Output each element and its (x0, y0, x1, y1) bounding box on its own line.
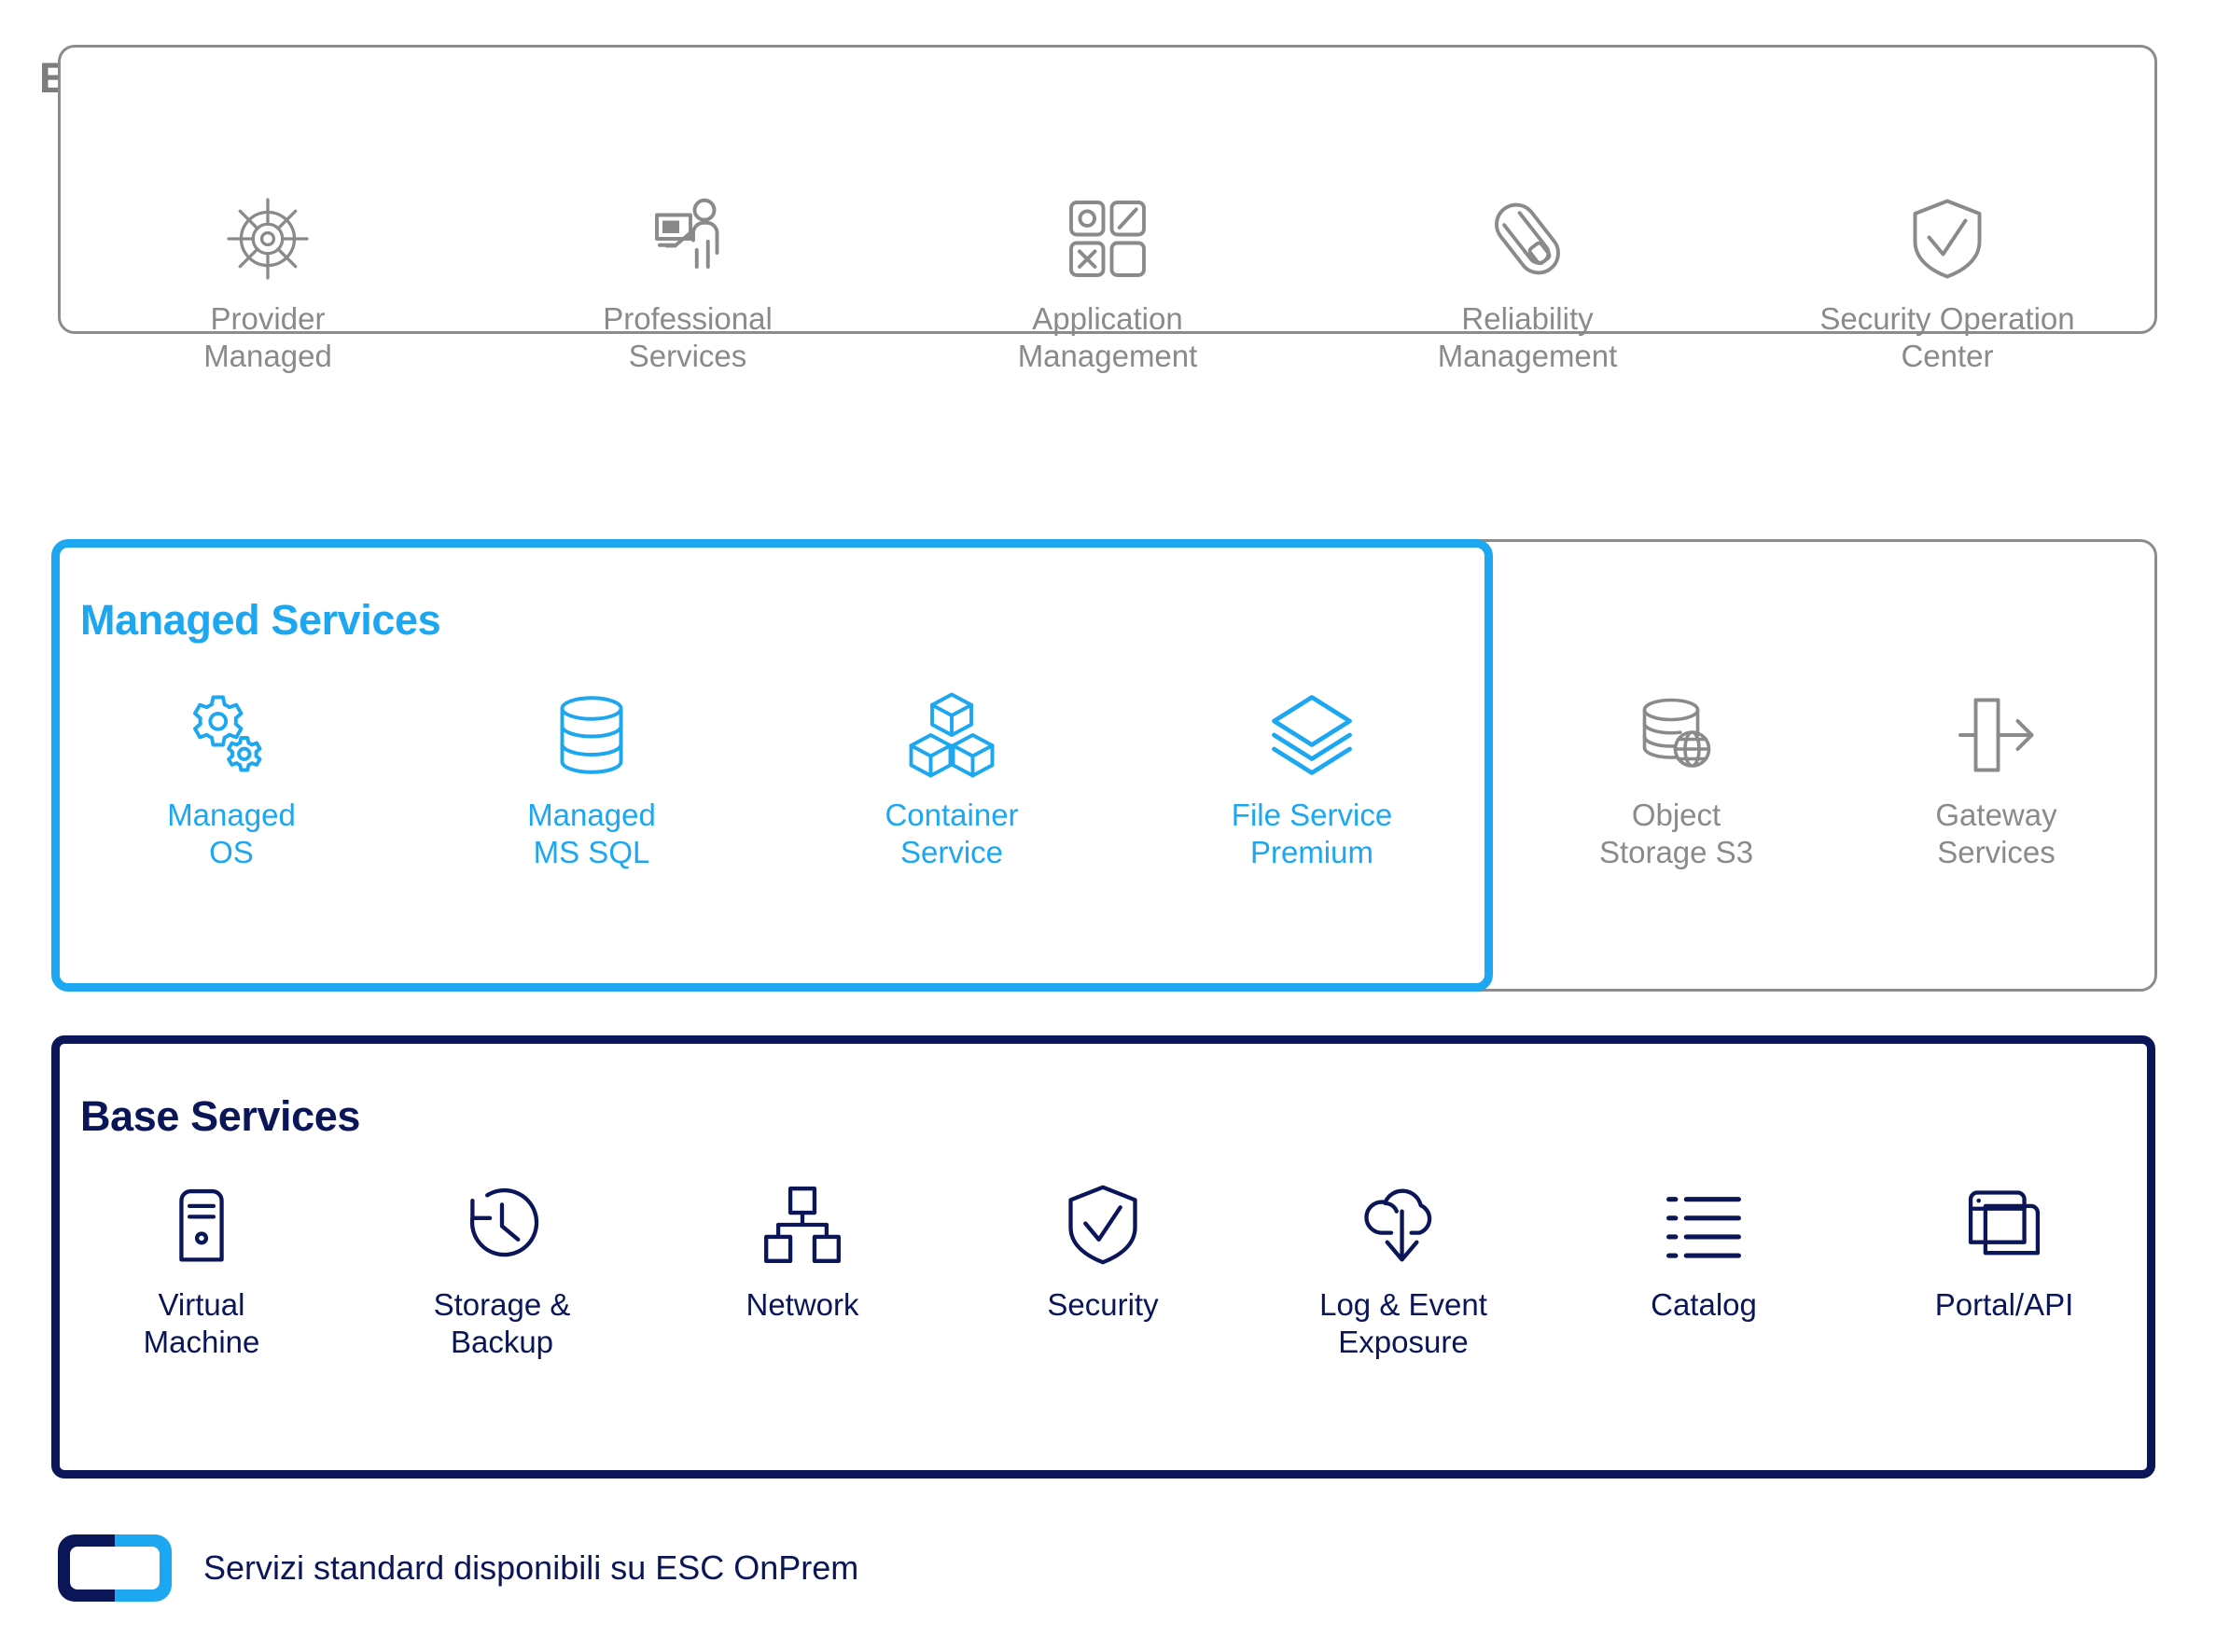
layers-icon (1267, 690, 1357, 780)
network-tree-icon (760, 1180, 845, 1270)
item-virtual-machine[interactable]: Virtual Machine (51, 1180, 352, 1362)
item-label: Catalog (1651, 1287, 1757, 1322)
item-managed-os[interactable]: Managed OS (51, 690, 411, 872)
item-network[interactable]: Network (652, 1180, 953, 1324)
cloud-download-icon (1360, 1180, 1446, 1270)
item-label: Gateway Services (1935, 798, 2057, 870)
item-label: Reliability Management (1437, 301, 1618, 374)
item-label: Portal/API (1934, 1287, 2074, 1322)
item-label: Object Storage S3 (1598, 798, 1754, 870)
item-catalog[interactable]: Catalog (1554, 1180, 1854, 1324)
shield-check-icon (1060, 1180, 1146, 1270)
storage-services-items: Object Storage S3 Gateway Services (1516, 690, 2157, 872)
item-managed-ms-sql[interactable]: Managed MS SQL (411, 690, 772, 872)
item-label: File Service Premium (1231, 798, 1393, 870)
item-label: Security Operation Center (1819, 301, 2075, 374)
item-label: Log & Event Exposure (1319, 1287, 1487, 1360)
service-portfolio-diagram: Extended Services Provider Mana (0, 0, 2216, 1652)
legend-label: Servizi standard disponibili su ESC OnPr… (203, 1548, 859, 1587)
legend-swatch-inner (70, 1547, 160, 1590)
item-label: Container Service (885, 798, 1019, 870)
item-label: Provider Managed (203, 301, 332, 374)
base-services-title: Base Services (80, 1092, 361, 1140)
managed-services-items: Managed OS Managed MS SQL Container Serv… (51, 690, 1493, 872)
item-provider-managed[interactable]: Provider Managed (58, 194, 478, 376)
legend-swatch-icon (58, 1534, 172, 1602)
presenter-person-icon (643, 194, 732, 284)
database-globe-icon (1632, 690, 1721, 780)
item-storage-backup[interactable]: Storage & Backup (352, 1180, 652, 1362)
clock-restore-icon (459, 1180, 545, 1270)
item-label: Managed MS SQL (527, 798, 656, 870)
item-professional-services[interactable]: Professional Services (478, 194, 898, 376)
item-security-operation-center[interactable]: Security Operation Center (1737, 194, 2157, 376)
item-security[interactable]: Security (953, 1180, 1253, 1324)
cubes-icon (907, 690, 997, 780)
item-container-service[interactable]: Container Service (772, 690, 1132, 872)
extended-services-items: Provider Managed Professional Services A… (58, 194, 2157, 376)
item-portal-api[interactable]: Portal/API (1854, 1180, 2154, 1324)
gateway-arrow-icon (1952, 690, 2042, 780)
carabiner-icon (1483, 194, 1572, 284)
list-icon (1661, 1180, 1747, 1270)
legend: Servizi standard disponibili su ESC OnPr… (58, 1534, 858, 1602)
item-object-storage-s3[interactable]: Object Storage S3 (1516, 690, 1836, 872)
item-application-management[interactable]: Application Management (898, 194, 1317, 376)
item-label: Security (1047, 1287, 1159, 1322)
gears-icon (187, 690, 276, 780)
item-gateway-services[interactable]: Gateway Services (1836, 690, 2156, 872)
item-file-service-premium[interactable]: File Service Premium (1132, 690, 1492, 872)
four-tiles-icon (1063, 194, 1152, 284)
item-label: Storage & Backup (433, 1287, 571, 1360)
item-label: Network (746, 1287, 859, 1322)
item-label: Professional Services (603, 301, 773, 374)
server-tower-icon (159, 1180, 244, 1270)
database-icon (547, 690, 636, 780)
item-log-event-exposure[interactable]: Log & Event Exposure (1253, 1180, 1554, 1362)
item-reliability-management[interactable]: Reliability Management (1317, 194, 1737, 376)
windows-icon (1961, 1180, 2047, 1270)
ship-wheel-icon (223, 194, 313, 284)
shield-check-icon (1902, 194, 1992, 284)
managed-services-title: Managed Services (80, 596, 441, 644)
base-services-items: Virtual Machine Storage & Backup Network… (51, 1180, 2155, 1362)
item-label: Managed OS (167, 798, 296, 870)
item-label: Application Management (1017, 301, 1198, 374)
item-label: Virtual Machine (143, 1287, 260, 1360)
